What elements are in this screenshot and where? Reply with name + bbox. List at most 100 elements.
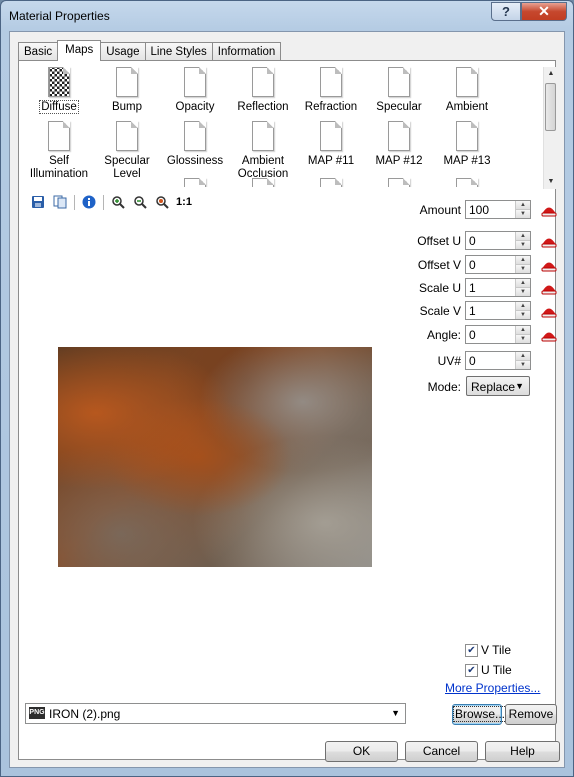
spin-up-icon[interactable]: ▲ (516, 232, 530, 240)
animate-icon[interactable] (541, 329, 557, 342)
actual-size-button[interactable]: 1:1 (175, 193, 193, 211)
angle-value[interactable]: 0 (469, 328, 476, 342)
map-slot-11[interactable]: MAP #11 (297, 121, 365, 168)
tab-line-styles[interactable]: Line Styles (144, 42, 213, 60)
map-slot-specular-level[interactable]: Specular Level (93, 121, 161, 181)
uv-spinner[interactable]: 0 ▲ ▼ (465, 351, 531, 370)
cancel-button[interactable]: Cancel (405, 741, 478, 762)
map-slot-partial[interactable] (161, 178, 229, 187)
spin-up-icon[interactable]: ▲ (516, 279, 530, 287)
spinner-buttons[interactable]: ▲ ▼ (515, 279, 530, 296)
checkmark-icon[interactable]: ✔ (465, 643, 478, 657)
scale-v-value[interactable]: 1 (469, 304, 476, 318)
mode-dropdown[interactable]: Replace ▼ (466, 376, 530, 396)
blank-map-icon (184, 67, 206, 97)
tab-basic[interactable]: Basic (18, 42, 59, 60)
map-slot-opacity[interactable]: Opacity (161, 67, 229, 114)
map-slot-partial[interactable] (229, 178, 297, 187)
checkmark-icon[interactable]: ✔ (465, 663, 478, 677)
spinner-buttons[interactable]: ▲ ▼ (515, 326, 530, 343)
map-slot-label: Glossiness (166, 155, 224, 167)
spin-down-icon[interactable]: ▼ (516, 240, 530, 249)
spinner-buttons[interactable]: ▲ ▼ (515, 232, 530, 249)
blank-map-icon (184, 178, 206, 187)
angle-spinner[interactable]: 0 ▲ ▼ (465, 325, 531, 344)
spin-down-icon[interactable]: ▼ (516, 360, 530, 369)
animate-icon[interactable] (541, 235, 557, 248)
scrollbar-thumb[interactable] (545, 83, 556, 131)
ok-button[interactable]: OK (325, 741, 398, 762)
spinner-buttons[interactable]: ▲ ▼ (515, 256, 530, 273)
zoom-out-icon[interactable] (131, 193, 149, 211)
browse-button[interactable]: Browse... (452, 704, 508, 725)
help-caption-button[interactable]: ? (491, 2, 521, 21)
map-slot-refraction[interactable]: Refraction (297, 67, 365, 114)
spinner-buttons[interactable]: ▲ ▼ (515, 302, 530, 319)
uv-value[interactable]: 0 (469, 354, 476, 368)
map-slot-label: MAP #12 (375, 155, 423, 167)
save-icon[interactable] (29, 193, 47, 211)
spin-down-icon[interactable]: ▼ (516, 287, 530, 296)
tab-usage[interactable]: Usage (100, 42, 146, 60)
map-slot-partial[interactable] (297, 178, 365, 187)
spin-up-icon[interactable]: ▲ (516, 352, 530, 360)
u-tile-label: U Tile (481, 663, 512, 677)
map-slot-specular[interactable]: Specular (365, 67, 433, 114)
zoom-in-icon[interactable] (109, 193, 127, 211)
animate-icon[interactable] (541, 282, 557, 295)
animate-icon[interactable] (541, 259, 557, 272)
tab-information[interactable]: Information (211, 42, 282, 60)
map-slot-bump[interactable]: Bump (93, 67, 161, 114)
spin-down-icon[interactable]: ▼ (516, 264, 530, 273)
map-slot-partial[interactable] (433, 178, 501, 187)
map-slot-self-illumination[interactable]: Self Illumination (25, 121, 93, 181)
blank-map-icon (252, 121, 274, 151)
spin-down-icon[interactable]: ▼ (516, 334, 530, 343)
scale-u-value[interactable]: 1 (469, 281, 476, 295)
offset-u-value[interactable]: 0 (469, 234, 476, 248)
map-list-scrollbar[interactable]: ▲ ▼ (543, 67, 558, 189)
scroll-down-arrow-icon[interactable]: ▼ (544, 175, 558, 189)
more-properties-link[interactable]: More Properties... (445, 681, 540, 695)
info-icon[interactable] (80, 193, 98, 211)
amount-spinner[interactable]: 100 ▲ ▼ (465, 200, 531, 219)
toolbar-separator (74, 194, 75, 210)
map-slot-12[interactable]: MAP #12 (365, 121, 433, 168)
title-bar[interactable]: Material Properties ? ✕ (1, 1, 573, 29)
map-slot-glossiness[interactable]: Glossiness (161, 121, 229, 168)
spinner-buttons[interactable]: ▲ ▼ (515, 201, 530, 218)
tab-maps[interactable]: Maps (57, 40, 102, 61)
map-slot-13[interactable]: MAP #13 (433, 121, 501, 168)
map-slot-reflection[interactable]: Reflection (229, 67, 297, 114)
help-button[interactable]: Help (485, 741, 560, 762)
close-button[interactable]: ✕ (521, 2, 567, 21)
spin-up-icon[interactable]: ▲ (516, 201, 530, 209)
u-tile-checkbox[interactable]: ✔ U Tile (465, 663, 512, 677)
offset-u-spinner[interactable]: 0 ▲ ▼ (465, 231, 531, 250)
spin-up-icon[interactable]: ▲ (516, 302, 530, 310)
map-slot-diffuse[interactable]: Diffuse (25, 67, 93, 114)
spin-up-icon[interactable]: ▲ (516, 256, 530, 264)
spin-down-icon[interactable]: ▼ (516, 310, 530, 319)
map-slot-ambient-occlusion[interactable]: Ambient Occlusion (229, 121, 297, 181)
offset-v-spinner[interactable]: 0 ▲ ▼ (465, 255, 531, 274)
scale-u-spinner[interactable]: 1 ▲ ▼ (465, 278, 531, 297)
spin-up-icon[interactable]: ▲ (516, 326, 530, 334)
spin-down-icon[interactable]: ▼ (516, 209, 530, 218)
v-tile-checkbox[interactable]: ✔ V Tile (465, 643, 511, 657)
amount-value[interactable]: 100 (469, 203, 489, 217)
texture-file-dropdown[interactable]: PNG IRON (2).png ▼ (25, 703, 406, 724)
animate-icon[interactable] (541, 305, 557, 318)
scale-v-spinner[interactable]: 1 ▲ ▼ (465, 301, 531, 320)
scroll-up-arrow-icon[interactable]: ▲ (544, 67, 558, 81)
offset-v-value[interactable]: 0 (469, 258, 476, 272)
copy-icon[interactable] (51, 193, 69, 211)
map-slot-partial[interactable] (365, 178, 433, 187)
zoom-fit-icon[interactable] (153, 193, 171, 211)
map-toolbar: 1:1 (29, 193, 197, 211)
remove-button[interactable]: Remove (505, 704, 557, 725)
animate-icon[interactable] (541, 204, 557, 217)
spinner-buttons[interactable]: ▲ ▼ (515, 352, 530, 369)
map-slot-ambient[interactable]: Ambient (433, 67, 501, 114)
blank-map-icon (456, 67, 478, 97)
